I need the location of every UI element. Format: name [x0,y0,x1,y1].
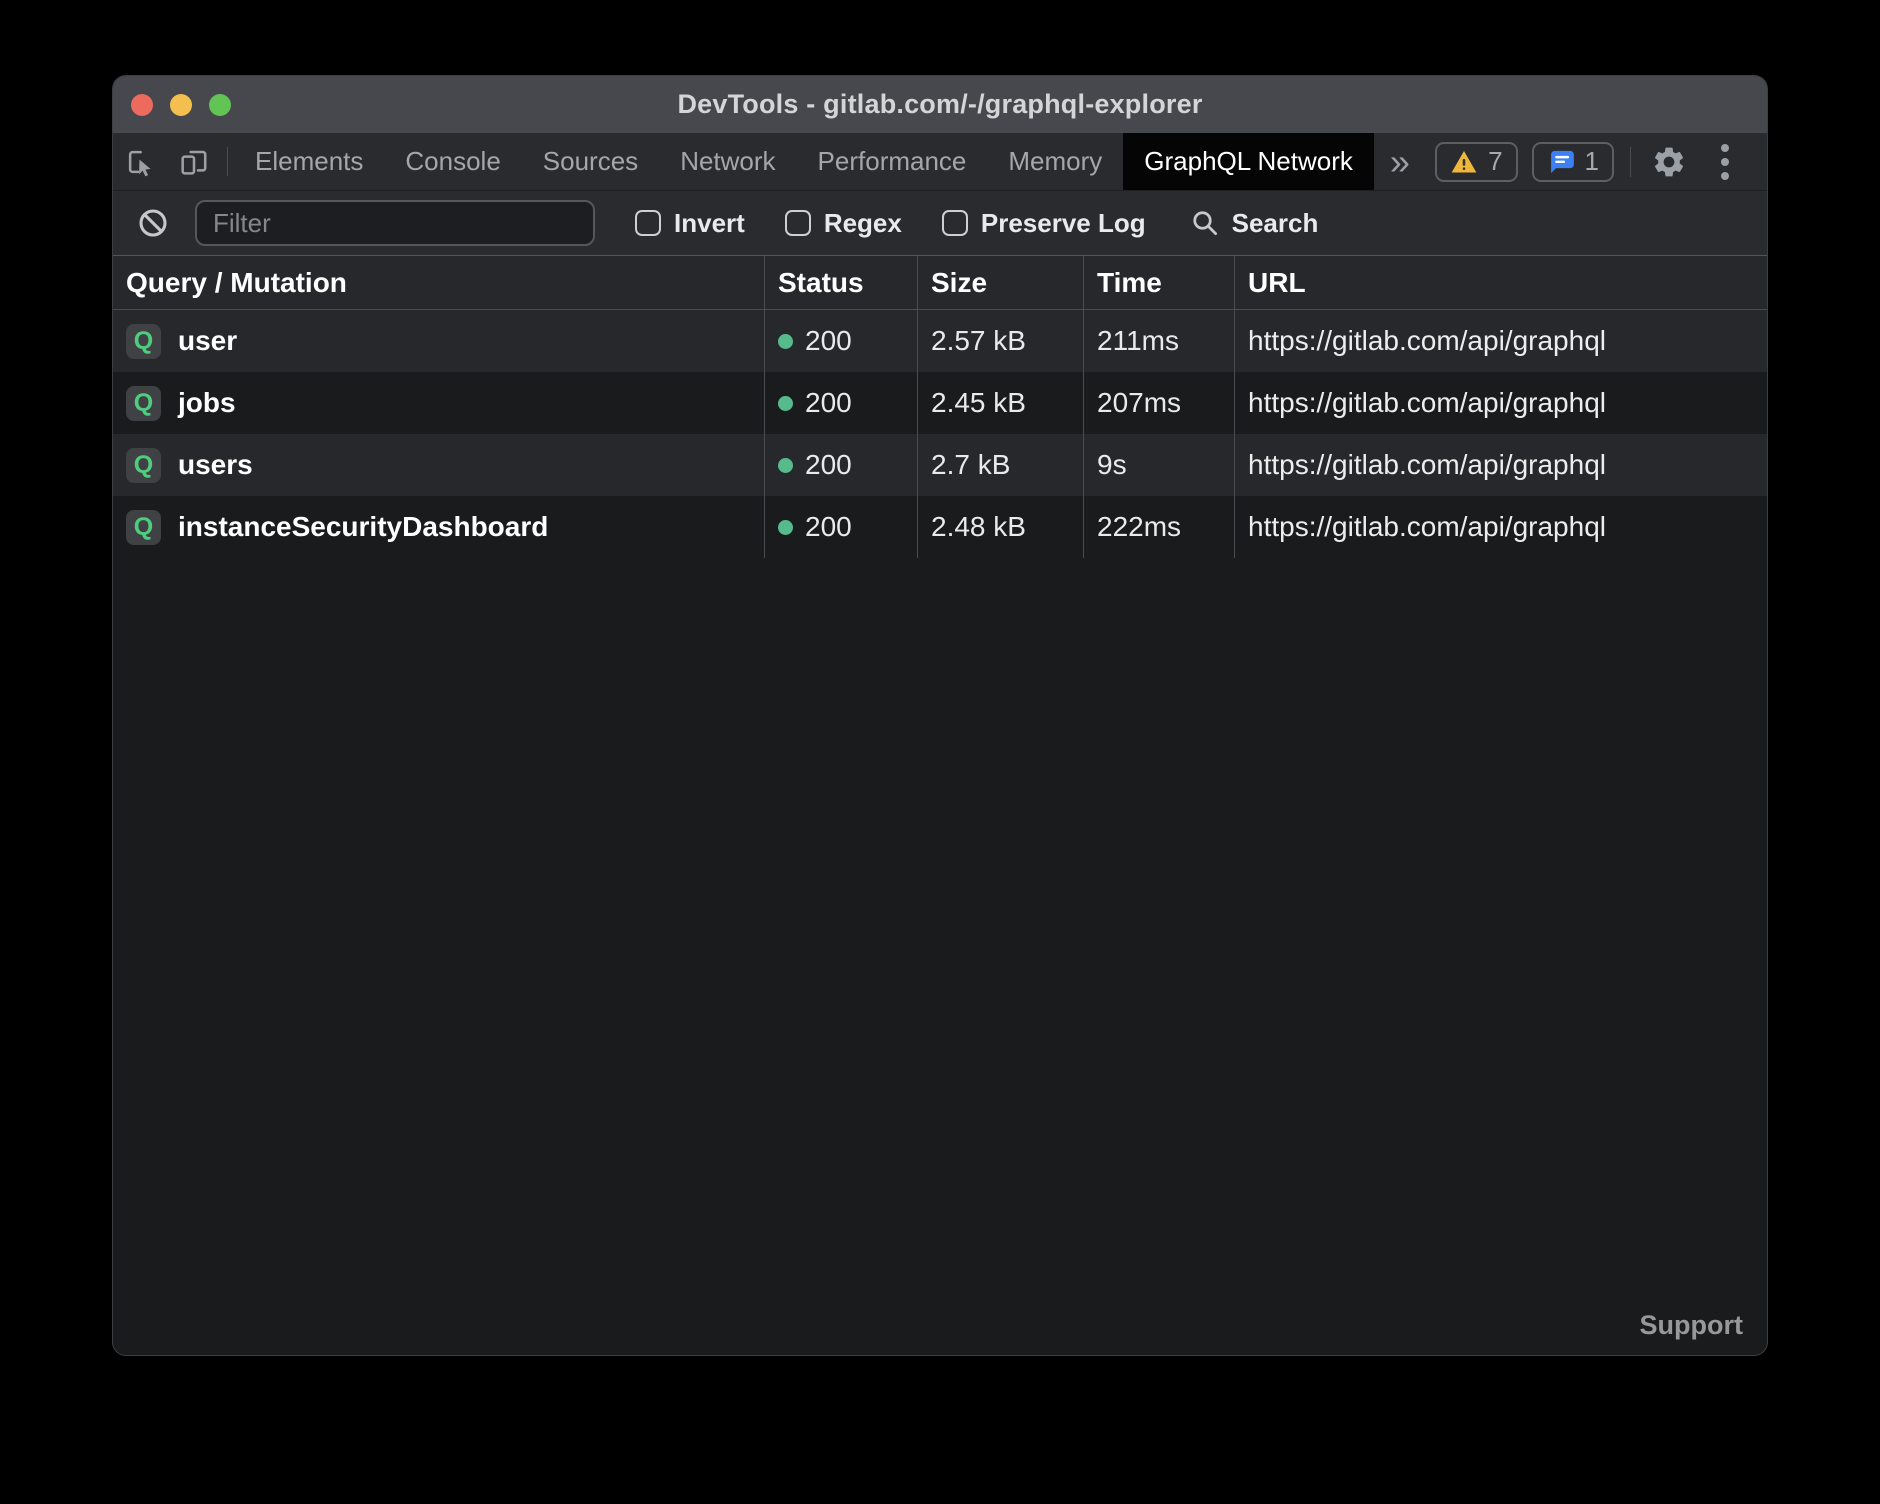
issues-badge[interactable]: 1 [1532,142,1614,182]
column-header-status[interactable]: Status [764,256,917,309]
invert-checkbox[interactable] [635,210,661,236]
tab-memory[interactable]: Memory [987,133,1123,190]
query-type-badge: Q [126,386,161,421]
status-ok-dot-icon [778,520,793,535]
support-link[interactable]: Support [1640,1310,1743,1341]
warnings-badge[interactable]: 7 [1435,142,1517,182]
kebab-icon [1721,144,1729,152]
tabbar-divider [227,147,228,176]
settings-button[interactable] [1647,144,1691,180]
tab-performance[interactable]: Performance [797,133,988,190]
query-type-badge: Q [126,510,161,545]
regex-label: Regex [824,208,902,239]
warnings-count: 7 [1488,146,1502,177]
status-value: 200 [805,387,852,419]
issues-count: 1 [1585,146,1599,177]
tab-sources[interactable]: Sources [522,133,659,190]
table-row[interactable]: Q users 200 2.7 kB 9s https://gitlab.com… [113,434,1767,496]
devtools-window: DevTools - gitlab.com/-/graphql-explorer… [112,75,1768,1356]
search-icon [1190,208,1220,238]
message-bubble-icon [1547,148,1575,176]
size-value: 2.57 kB [931,325,1026,357]
url-value: https://gitlab.com/api/graphql [1248,387,1606,419]
time-value: 222ms [1097,511,1181,543]
status-ok-dot-icon [778,458,793,473]
regex-checkbox-group[interactable]: Regex [785,208,902,239]
more-options-button[interactable] [1705,144,1745,180]
traffic-lights [131,76,231,133]
column-header-size[interactable]: Size [917,256,1083,309]
time-value: 207ms [1097,387,1181,419]
device-toolbar-icon [178,146,210,178]
tab-elements[interactable]: Elements [234,133,384,190]
invert-label: Invert [674,208,745,239]
search-button[interactable]: Search [1190,208,1319,239]
query-name: user [178,325,237,357]
tabbar-right-divider [1630,147,1631,177]
titlebar: DevTools - gitlab.com/-/graphql-explorer [113,76,1767,133]
clear-requests-button[interactable] [137,207,169,239]
size-value: 2.45 kB [931,387,1026,419]
column-header-url[interactable]: URL [1234,256,1767,309]
requests-table: Query / Mutation Status Size Time URL Q … [113,256,1767,558]
query-name: jobs [178,387,236,419]
devtools-tabbar: Elements Console Sources Network Perform… [113,133,1767,191]
table-row[interactable]: Q instanceSecurityDashboard 200 2.48 kB … [113,496,1767,558]
gear-icon [1651,144,1687,180]
status-value: 200 [805,511,852,543]
status-value: 200 [805,449,852,481]
query-name: users [178,449,253,481]
zoom-window-button[interactable] [209,94,231,116]
column-header-time[interactable]: Time [1083,256,1234,309]
inspect-cursor-icon [124,146,156,178]
close-window-button[interactable] [131,94,153,116]
preserve-log-label: Preserve Log [981,208,1146,239]
regex-checkbox[interactable] [785,210,811,236]
time-value: 9s [1097,449,1127,481]
warning-triangle-icon [1450,148,1478,176]
query-type-badge: Q [126,448,161,483]
tab-console[interactable]: Console [384,133,521,190]
filter-toolbar: Invert Regex Preserve Log Search [113,191,1767,256]
column-header-query[interactable]: Query / Mutation [113,256,764,309]
filter-input[interactable] [195,200,595,246]
query-name: instanceSecurityDashboard [178,511,548,543]
preserve-log-checkbox[interactable] [942,210,968,236]
preserve-log-checkbox-group[interactable]: Preserve Log [942,208,1146,239]
size-value: 2.48 kB [931,511,1026,543]
block-icon [137,207,169,239]
url-value: https://gitlab.com/api/graphql [1248,449,1606,481]
table-row[interactable]: Q user 200 2.57 kB 211ms https://gitlab.… [113,310,1767,372]
minimize-window-button[interactable] [170,94,192,116]
time-value: 211ms [1097,325,1179,357]
status-ok-dot-icon [778,396,793,411]
table-header: Query / Mutation Status Size Time URL [113,256,1767,310]
invert-checkbox-group[interactable]: Invert [635,208,745,239]
query-type-badge: Q [126,324,161,359]
status-ok-dot-icon [778,334,793,349]
size-value: 2.7 kB [931,449,1010,481]
tab-network[interactable]: Network [659,133,796,190]
status-value: 200 [805,325,852,357]
search-label: Search [1232,208,1319,239]
more-tabs-chevron-icon[interactable]: » [1374,133,1426,190]
inspect-element-button[interactable] [113,133,167,190]
window-title: DevTools - gitlab.com/-/graphql-explorer [677,89,1202,120]
toggle-device-toolbar-button[interactable] [167,133,221,190]
url-value: https://gitlab.com/api/graphql [1248,511,1606,543]
url-value: https://gitlab.com/api/graphql [1248,325,1606,357]
table-row[interactable]: Q jobs 200 2.45 kB 207ms https://gitlab.… [113,372,1767,434]
tab-graphql-network[interactable]: GraphQL Network [1123,133,1374,190]
